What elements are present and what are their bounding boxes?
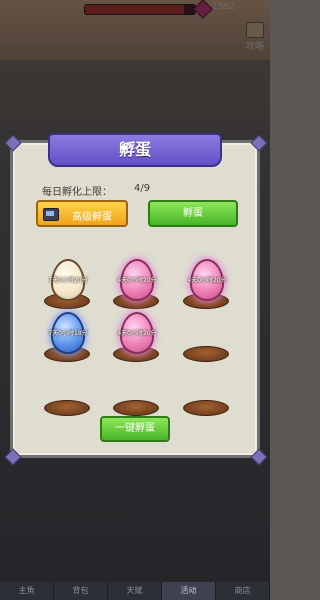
daily-limit-label: 每日孵化上限： [42,187,112,198]
nav-tab[interactable]: 商店 [216,582,270,600]
nest-slot[interactable] [44,400,90,416]
blue-egg[interactable]: 7天0小时18分 [48,312,88,354]
egg-timer: 7天0小时18分 [48,330,88,337]
daily-limit-value: 4/9 [134,183,151,194]
nav-tab[interactable]: 背包 [54,582,108,600]
hatch-all-label: 一键孵蛋 [115,423,155,434]
advanced-hatch-label: 高级孵蛋 [72,212,112,223]
hatch-button[interactable]: 孵蛋 [148,200,238,227]
hatch-label: 孵蛋 [183,208,203,219]
egg-timer: 4天0小时20分 [117,330,157,337]
nav-tab[interactable]: 主角 [0,582,54,600]
egg-timer: 4天0小时20分 [117,277,157,284]
nest-slot[interactable] [183,346,229,362]
pink-egg[interactable]: 4天0小时20分 [117,312,157,354]
nav-tab[interactable]: 活动 [162,582,216,600]
bottom-nav: 主角 背包 天赋 活动 商店 [0,582,270,600]
pink-egg[interactable]: 4天0小时20分 [117,259,157,301]
tv-ad-icon [43,208,59,221]
dialog-title: 孵蛋 [118,140,151,159]
nest-slot[interactable] [183,400,229,416]
egg-timer: 7天0小时20分 [48,277,88,284]
nest-slot[interactable] [113,400,159,416]
white-egg[interactable]: 7天0小时20分 [48,259,88,301]
nav-tab[interactable]: 天赋 [108,582,162,600]
hatch-all-button[interactable]: 一键孵蛋 [100,416,170,442]
egg-timer: 4天0小时20分 [187,277,227,284]
dialog-title-ribbon: 孵蛋 [48,133,222,167]
advanced-hatch-button[interactable]: 高级孵蛋 [36,200,128,227]
pink-egg[interactable]: 4天0小时20分 [187,259,227,301]
